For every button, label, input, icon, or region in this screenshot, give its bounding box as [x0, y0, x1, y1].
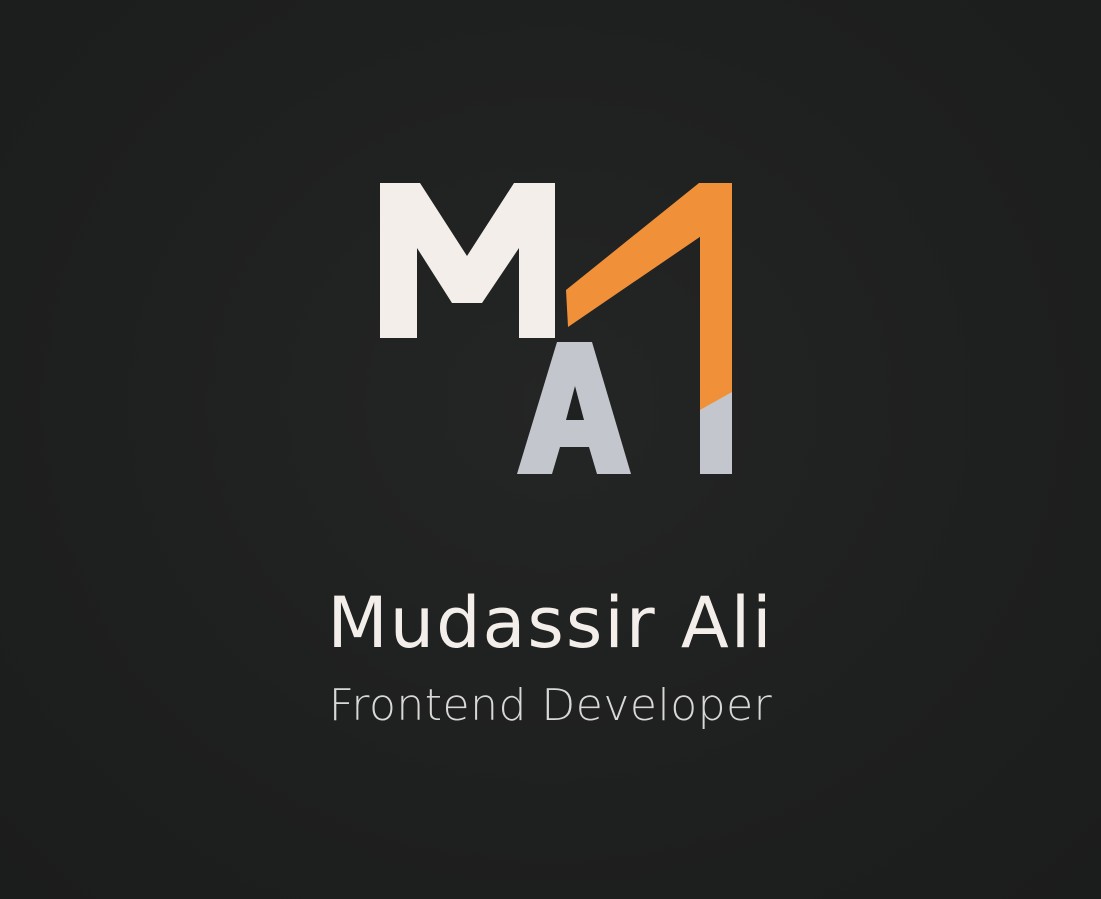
- brand-role: Frontend Developer: [328, 680, 773, 731]
- monogram-logo-icon: [380, 183, 732, 474]
- logo-letter-a-crossbar: [555, 420, 595, 433]
- brand-name: Mudassir Ali: [327, 582, 774, 664]
- logo-accent-bar-orange: [700, 183, 732, 410]
- logo-letter-m: [380, 183, 555, 338]
